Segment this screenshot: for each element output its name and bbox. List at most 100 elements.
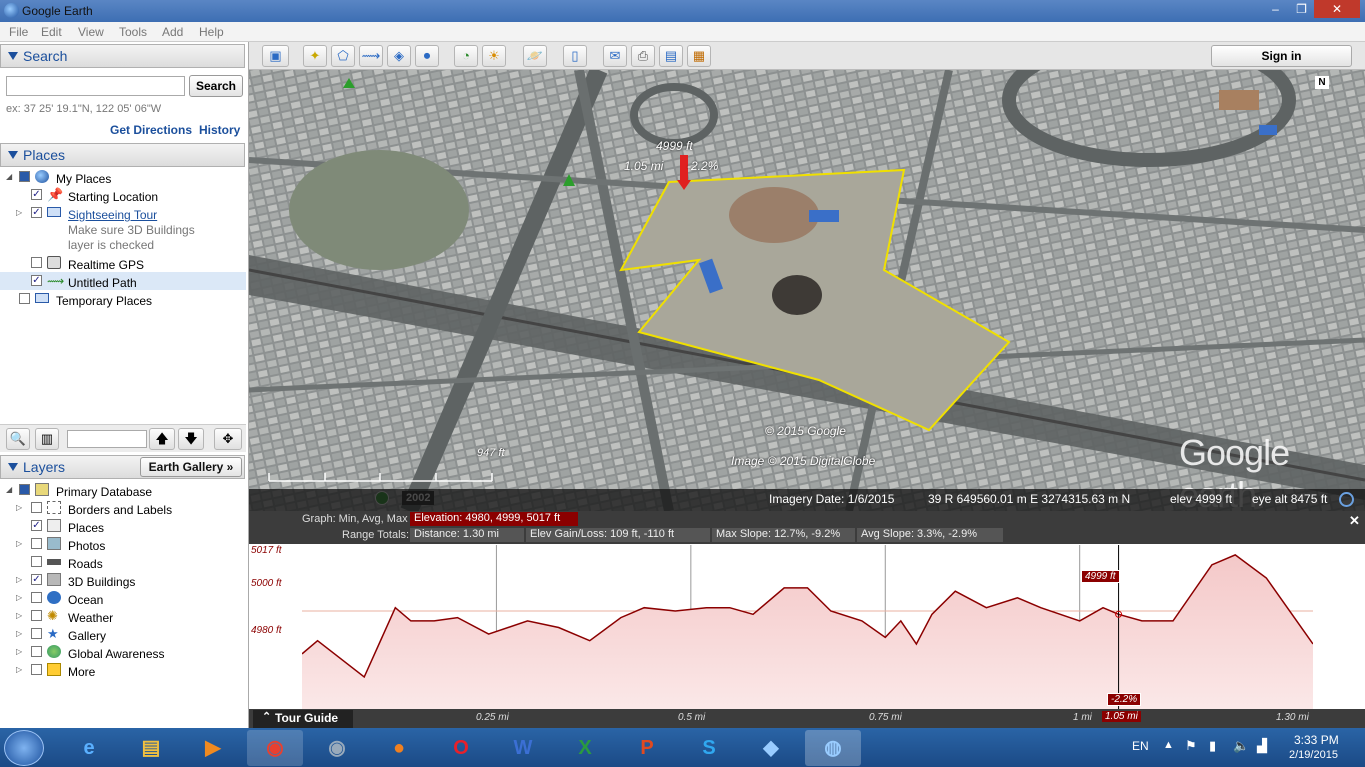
places-filter-field[interactable]	[67, 430, 147, 448]
clock-time[interactable]: 3:33 PM	[1294, 733, 1339, 747]
expand-arrow-icon[interactable]: ◢	[6, 172, 12, 181]
layer-gallery[interactable]: Gallery	[68, 629, 106, 643]
history-link[interactable]: History	[199, 123, 240, 137]
expand-arrow-icon[interactable]: ▷	[16, 539, 22, 548]
add-polygon-icon[interactable]: ⬠	[331, 45, 355, 67]
action-center-flag-icon[interactable]: ⚑	[1185, 738, 1197, 754]
layer-weather[interactable]: Weather	[68, 611, 113, 625]
internet-explorer-icon[interactable]: e	[61, 730, 117, 766]
checkbox[interactable]	[31, 538, 42, 549]
checkbox[interactable]	[31, 592, 42, 603]
layer-roads[interactable]: Roads	[68, 557, 103, 571]
layer-ocean[interactable]: Ocean	[68, 593, 103, 607]
places-panel-header[interactable]: Places	[0, 143, 245, 167]
panel-toggle-icon[interactable]: ▥	[35, 428, 59, 450]
checkbox[interactable]	[19, 484, 30, 495]
earth-gallery-button[interactable]: Earth Gallery »	[140, 457, 242, 477]
checkbox[interactable]	[31, 646, 42, 657]
tree-item-sightseeing-tour[interactable]: Sightseeing Tour	[68, 208, 157, 222]
maximize-button[interactable]: ❐	[1288, 0, 1315, 18]
expand-arrow-icon[interactable]: ▷	[16, 503, 22, 512]
checkbox[interactable]	[31, 628, 42, 639]
clock-date[interactable]: 2/19/2015	[1289, 749, 1338, 761]
file-explorer-icon[interactable]: ▤	[123, 730, 179, 766]
expand-arrow-icon[interactable]: ▷	[16, 629, 22, 638]
tree-item-untitled-path[interactable]: Untitled Path	[68, 276, 137, 290]
tree-item-realtime-gps[interactable]: Realtime GPS	[68, 258, 144, 272]
close-window-button[interactable]: ✕	[1314, 0, 1360, 18]
expand-arrow-icon[interactable]: ◢	[6, 485, 12, 494]
tree-item-temporary-places[interactable]: Temporary Places	[56, 294, 152, 308]
expand-arrow-icon[interactable]: ▷	[16, 575, 22, 584]
menu-file[interactable]: File	[9, 25, 28, 39]
firefox-icon[interactable]: ●	[371, 730, 427, 766]
sidebar-toggle-icon[interactable]: ▣	[262, 45, 289, 67]
get-directions-link[interactable]: Get Directions	[110, 123, 192, 137]
save-image-icon[interactable]: ▦	[687, 45, 711, 67]
checkbox[interactable]: ✓	[31, 520, 42, 531]
view-mode-icon[interactable]: ✥	[214, 428, 242, 450]
tour-guide-button[interactable]: ⌃ Tour Guide	[253, 710, 353, 728]
powerpoint-icon[interactable]: P	[619, 730, 675, 766]
move-down-icon[interactable]: 🡇	[178, 428, 204, 450]
word-icon[interactable]: W	[495, 730, 551, 766]
close-profile-button[interactable]: ✕	[1349, 513, 1360, 529]
menu-edit[interactable]: Edit	[41, 25, 62, 39]
layer-places[interactable]: Places	[68, 521, 104, 535]
layer-more[interactable]: More	[68, 665, 95, 679]
layer-photos[interactable]: Photos	[68, 539, 105, 553]
language-indicator[interactable]: EN	[1132, 739, 1149, 753]
menu-tools[interactable]: Tools	[119, 25, 147, 39]
skype-icon[interactable]: S	[681, 730, 737, 766]
expand-arrow-icon[interactable]: ▷	[16, 647, 22, 656]
minimize-button[interactable]: ‒	[1262, 0, 1289, 18]
layer-primary-database[interactable]: Primary Database	[56, 485, 152, 499]
elevation-chart[interactable]	[302, 545, 1313, 710]
paint-icon[interactable]: ◆	[743, 730, 799, 766]
north-indicator[interactable]: N	[1315, 76, 1329, 89]
view-in-maps-icon[interactable]: ▤	[659, 45, 683, 67]
checkbox[interactable]	[31, 610, 42, 621]
layer-borders-and-labels[interactable]: Borders and Labels	[68, 503, 172, 517]
checkbox[interactable]: ✓	[31, 275, 42, 286]
move-up-icon[interactable]: 🡅	[149, 428, 175, 450]
checkbox[interactable]	[19, 171, 30, 182]
checkbox[interactable]	[31, 556, 42, 567]
email-icon[interactable]: ✉	[603, 45, 627, 67]
chrome-icon[interactable]: ◉	[247, 730, 303, 766]
historical-imagery-icon[interactable]: ◔	[454, 45, 478, 67]
sign-in-button[interactable]: Sign in	[1211, 45, 1352, 67]
record-tour-icon[interactable]: ⏺	[415, 45, 439, 67]
opera-icon[interactable]: O	[433, 730, 489, 766]
expand-arrow-icon[interactable]: ▷	[16, 593, 22, 602]
layer-3d-buildings[interactable]: 3D Buildings	[68, 575, 135, 589]
show-hidden-icons-icon[interactable]: ▲	[1163, 739, 1174, 751]
search-button[interactable]: Search	[189, 75, 243, 97]
add-placemark-icon[interactable]: ✦	[303, 45, 327, 67]
tree-item-starting-location[interactable]: Starting Location	[68, 190, 158, 204]
expand-arrow-icon[interactable]: ▷	[16, 208, 22, 217]
chromium-icon[interactable]: ◉	[309, 730, 365, 766]
search-places-icon[interactable]: 🔍	[6, 428, 30, 450]
checkbox[interactable]	[31, 257, 42, 268]
search-panel-header[interactable]: Search	[0, 44, 245, 68]
checkbox[interactable]	[31, 502, 42, 513]
map-view[interactable]: 4999 ft 1.05 mi -2.2% © 2015 Google Imag…	[249, 70, 1365, 511]
print-icon[interactable]: ⎙	[631, 45, 655, 67]
sunlight-icon[interactable]: ☀	[482, 45, 506, 67]
ruler-icon[interactable]: ▯	[563, 45, 587, 67]
add-overlay-icon[interactable]: ◈	[387, 45, 411, 67]
menu-add[interactable]: Add	[162, 25, 183, 39]
start-button[interactable]	[4, 730, 44, 766]
expand-arrow-icon[interactable]: ▷	[16, 665, 22, 674]
checkbox[interactable]	[19, 293, 30, 304]
excel-icon[interactable]: X	[557, 730, 613, 766]
checkbox[interactable]	[31, 664, 42, 675]
layer-global-awareness[interactable]: Global Awareness	[68, 647, 165, 661]
google-earth-taskbar-icon[interactable]: ◍	[805, 730, 861, 766]
planets-icon[interactable]: 🪐	[523, 45, 547, 67]
expand-arrow-icon[interactable]: ▷	[16, 611, 22, 620]
media-player-icon[interactable]: ▶	[185, 730, 241, 766]
volume-icon[interactable]: 🔈	[1233, 738, 1249, 754]
battery-icon[interactable]: ▮	[1209, 738, 1216, 754]
